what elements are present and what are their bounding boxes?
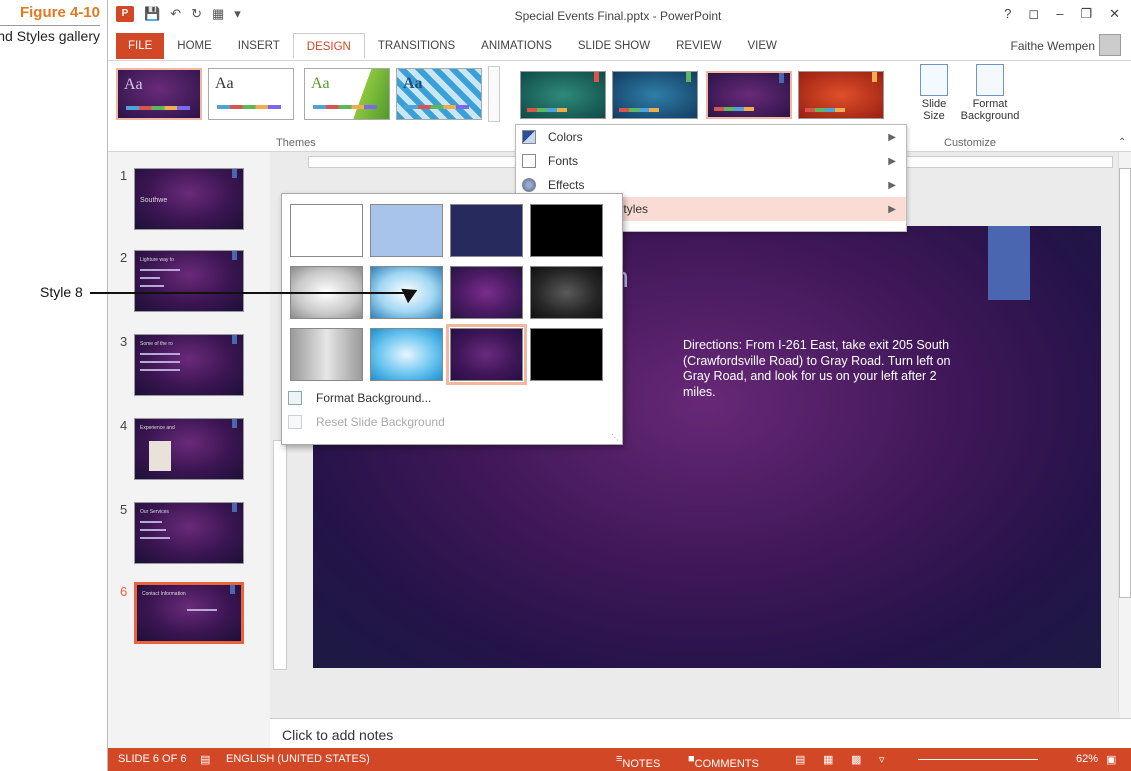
restore-icon[interactable]: ❐ [1080,6,1092,22]
tab-slide-show[interactable]: SLIDE SHOW [565,33,663,59]
figure-label: Figure 4-10 [19,4,100,21]
notes-button[interactable]: ≡ NOTES [616,753,660,770]
powerpoint-window: P 💾 ↶ ↻ ▦ ▾ Special Events Final.pptx - … [107,0,1131,771]
fit-slide-icon[interactable]: ▣ [1106,753,1116,766]
tab-design[interactable]: DESIGN [292,33,365,59]
slide-thumbnails-panel[interactable]: 1 Southwe 2 Lighture way to 3 Some of the r… [108,152,270,747]
minimize-icon[interactable]: – [1056,6,1063,22]
reset-slide-background-command[interactable]: Reset Slide Background [288,411,445,433]
variant-red[interactable] [798,71,884,119]
comments-button[interactable]: ■ COMMENTS [688,753,759,770]
fonts-icon [522,154,536,168]
theme-thumb-current[interactable]: Aa [116,68,202,120]
format-background-command[interactable]: Format Background... [288,387,431,409]
title-bar: P 💾 ↶ ↻ ▦ ▾ Special Events Final.pptx - … [108,0,1131,32]
slide-directions-text[interactable]: Directions: From I-261 East, take exit 2… [683,338,963,400]
spelling-icon[interactable]: ▤ [200,753,210,766]
tab-view[interactable]: VIEW [734,33,789,59]
quick-access-toolbar: P 💾 ↶ ↻ ▦ ▾ [116,6,241,22]
help-icon[interactable]: ? [1004,6,1011,22]
tab-insert[interactable]: INSERT [225,33,293,59]
background-style-3[interactable] [450,204,523,257]
slide-sorter-icon[interactable]: ▦ [823,753,833,766]
language-indicator[interactable]: ENGLISH (UNITED STATES) [226,753,370,765]
variant-teal[interactable] [520,71,606,119]
undo-icon[interactable]: ↶ [170,6,181,22]
format-background-icon [288,391,302,405]
figure-caption: Background Styles gallery [0,28,100,44]
notes-pane[interactable]: Click to add notes [270,718,1131,748]
scrollbar-thumb[interactable] [1119,168,1131,598]
collapse-ribbon-icon[interactable]: ⌃ [1118,137,1126,148]
background-style-10[interactable] [370,328,443,381]
powerpoint-logo-icon: P [116,6,134,22]
background-style-9[interactable] [290,328,363,381]
themes-gallery-scroll[interactable] [488,66,500,122]
theme-thumb-facet[interactable]: Aa [304,68,390,120]
menu-item-colors[interactable]: Colors ▶ [516,125,906,149]
background-style-12[interactable] [530,328,603,381]
customize-qat-icon[interactable]: ▾ [234,6,241,22]
avatar[interactable] [1099,34,1121,56]
vertical-ruler [273,440,287,670]
tab-home[interactable]: HOME [164,33,225,59]
themes-group-label: Themes [276,137,316,149]
menu-item-fonts[interactable]: Fonts ▶ [516,149,906,173]
slide-size-icon [920,64,948,96]
slide-size-button[interactable]: Slide Size [910,64,958,122]
resize-grip-icon[interactable]: ⋱ [611,433,619,442]
start-from-beginning-icon[interactable]: ▦ [212,6,224,22]
user-name[interactable]: Faithe Wempen [1011,39,1096,53]
window-controls: ? ◻ – ❐ ✕ [1004,6,1120,22]
tab-animations[interactable]: ANIMATIONS [468,33,565,59]
theme-thumb-pattern[interactable]: Aa [396,68,482,120]
zoom-level[interactable]: 62% [1076,753,1098,765]
slide-count: SLIDE 6 OF 6 [118,753,187,765]
window-title: Special Events Final.pptx - PowerPoint [514,9,722,23]
reading-view-icon[interactable]: ▩ [851,753,861,766]
background-style-8[interactable] [530,266,603,319]
background-style-7[interactable] [450,266,523,319]
figure: Figure 4-10 Background Styles gallery P … [0,0,1131,771]
background-style-11[interactable] [446,324,527,385]
close-icon[interactable]: ✕ [1109,6,1120,22]
status-bar: SLIDE 6 OF 6 ▤ ENGLISH (UNITED STATES) ≡… [108,748,1131,771]
format-background-icon [976,64,1004,96]
colors-icon [522,130,536,144]
background-style-2[interactable] [370,204,443,257]
ribbon-display-options-icon[interactable]: ◻ [1028,6,1039,22]
photo-thumbnail [149,441,171,471]
customize-group-label: Customize [944,137,996,149]
callout-label: Style 8 [40,284,83,300]
background-style-4[interactable] [530,204,603,257]
effects-icon [522,178,536,192]
ribbon-tabs: FILE HOME INSERT DESIGN TRANSITIONS ANIM… [108,32,1131,60]
tab-file[interactable]: FILE [116,33,165,59]
background-styles-gallery: Format Background... Reset Slide Backgro… [281,193,623,445]
tab-review[interactable]: REVIEW [663,33,734,59]
zoom-slider[interactable] [918,759,1038,760]
callout-line [90,292,406,294]
reset-background-icon [288,415,302,429]
redo-icon[interactable]: ↻ [191,6,202,22]
background-style-1[interactable] [290,204,363,257]
normal-view-icon[interactable]: ▤ [795,753,805,766]
format-background-button[interactable]: Format Background [958,64,1022,122]
slide-show-icon[interactable]: ▿ [879,753,885,766]
save-icon[interactable]: 💾 [144,6,160,22]
variant-purple[interactable] [706,71,792,119]
theme-thumb-office[interactable]: Aa [208,68,294,120]
tab-transitions[interactable]: TRANSITIONS [365,33,468,59]
figure-rule [0,25,100,26]
slide-accent-flag [988,226,1030,300]
variant-blue[interactable] [612,71,698,119]
